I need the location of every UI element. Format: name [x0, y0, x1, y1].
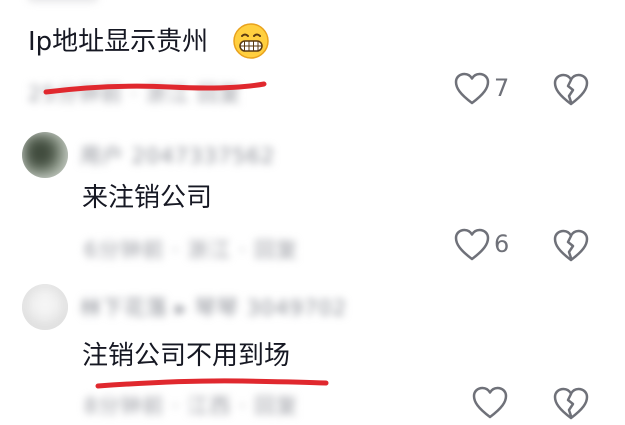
heart-outline-icon[interactable] [454, 72, 490, 106]
comment-body: 注销公司不用到场 [82, 341, 291, 371]
comment-body: Ip地址显示贵州 [28, 27, 209, 57]
comment-meta-text: 6分钟前 · 浙江 · 回复 [84, 238, 299, 262]
comment-item: Ip地址显示贵州 25分钟前 · 浙江 回复 7 [0, 0, 625, 120]
heart-outline-icon[interactable] [472, 386, 508, 420]
comment-text: 来注销公司 [82, 182, 212, 214]
username[interactable]: 用户 2047337562 [80, 140, 275, 170]
broken-heart-icon[interactable] [553, 228, 589, 264]
comment-item: 用户 2047337562 来注销公司 6分钟前 · 浙江 · 回复 6 [0, 120, 625, 270]
broken-heart-icon[interactable] [553, 386, 589, 422]
like-count: 6 [494, 230, 510, 258]
comment-meta: 8分钟前 · 江西 · 回复 [84, 390, 298, 420]
comment-text: Ip地址显示贵州 [28, 26, 208, 58]
comment-meta-text: 8分钟前 · 江西 · 回复 [84, 394, 299, 418]
comment-meta: 25分钟前 · 浙江 回复 [28, 78, 241, 108]
comment-body: 来注销公司 [82, 183, 213, 213]
username-text: 林下花落 ▸ 琴琴 3049702 [80, 296, 348, 320]
avatar[interactable] [22, 284, 68, 330]
grinning-face-emoji [233, 23, 269, 59]
avatar[interactable] [22, 132, 68, 178]
broken-heart-icon[interactable] [553, 72, 589, 108]
comment-item: 林下花落 ▸ 琴琴 3049702 注销公司不用到场 8分钟前 · 江西 · 回… [0, 270, 625, 425]
comment-meta-text: 25分钟前 · 浙江 回复 [28, 82, 242, 106]
username[interactable]: 林下花落 ▸ 琴琴 3049702 [80, 292, 347, 322]
like-count: 7 [494, 74, 510, 102]
comment-text: 注销公司不用到场 [82, 340, 290, 372]
username-text: 用户 2047337562 [80, 144, 276, 168]
comment-meta: 6分钟前 · 浙江 · 回复 [84, 234, 298, 264]
heart-outline-icon[interactable] [454, 228, 490, 262]
